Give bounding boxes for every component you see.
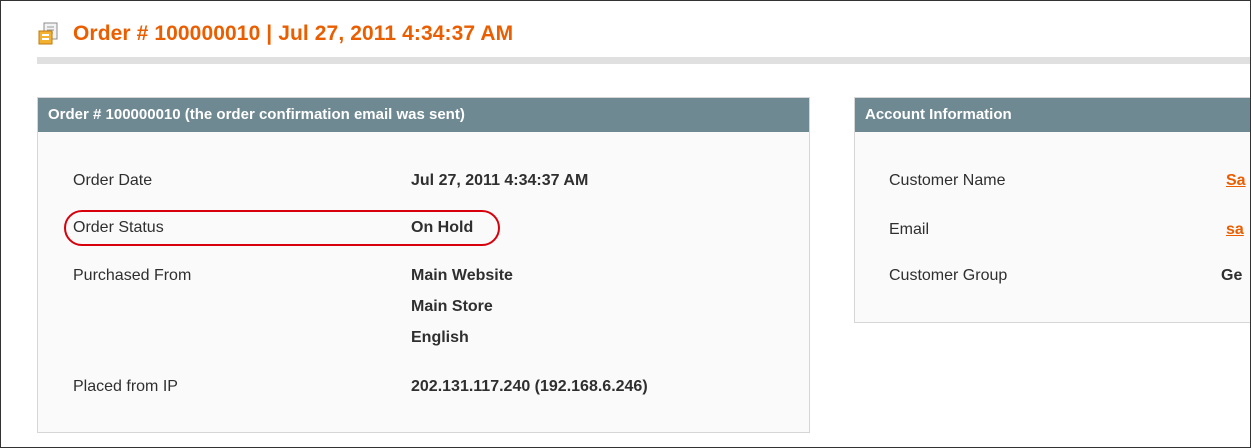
customer-group-value: Ge [1221, 267, 1243, 284]
placed-from-ip-label: Placed from IP [73, 378, 178, 395]
email-label: Email [889, 221, 930, 238]
order-information-box: Order # 100000010 (the order confirmatio… [37, 97, 810, 433]
customer-name-label: Customer Name [889, 172, 1006, 189]
order-date-value: Jul 27, 2011 4:34:37 AM [411, 172, 589, 189]
purchased-from-label: Purchased From [73, 267, 192, 284]
purchased-from-language: English [411, 329, 469, 346]
order-view-page: Order # 100000010 | Jul 27, 2011 4:34:37… [0, 0, 1251, 448]
order-document-icon [38, 22, 58, 45]
page-title: Order # 100000010 | Jul 27, 2011 4:34:37… [73, 22, 514, 45]
order-box-title: Order # 100000010 (the order confirmatio… [38, 98, 809, 132]
customer-name-link[interactable]: Sa [1226, 172, 1246, 190]
email-link[interactable]: sa [1226, 221, 1244, 239]
order-status-value: On Hold [411, 219, 474, 236]
header-divider [37, 57, 1250, 64]
purchased-from-value: Main Website Main Store English [411, 267, 513, 360]
order-date-label: Order Date [73, 172, 153, 189]
order-status-label: Order Status [73, 219, 164, 236]
purchased-from-store: Main Store [411, 298, 493, 315]
customer-group-label: Customer Group [889, 267, 1008, 284]
placed-from-ip-value: 202.131.117.240 (192.168.6.246) [411, 378, 648, 395]
purchased-from-website: Main Website [411, 267, 513, 284]
account-box-title: Account Information [855, 98, 1250, 132]
account-information-box: Account Information Customer Name Sa Ema… [854, 97, 1250, 323]
page-header: Order # 100000010 | Jul 27, 2011 4:34:37… [37, 21, 513, 47]
